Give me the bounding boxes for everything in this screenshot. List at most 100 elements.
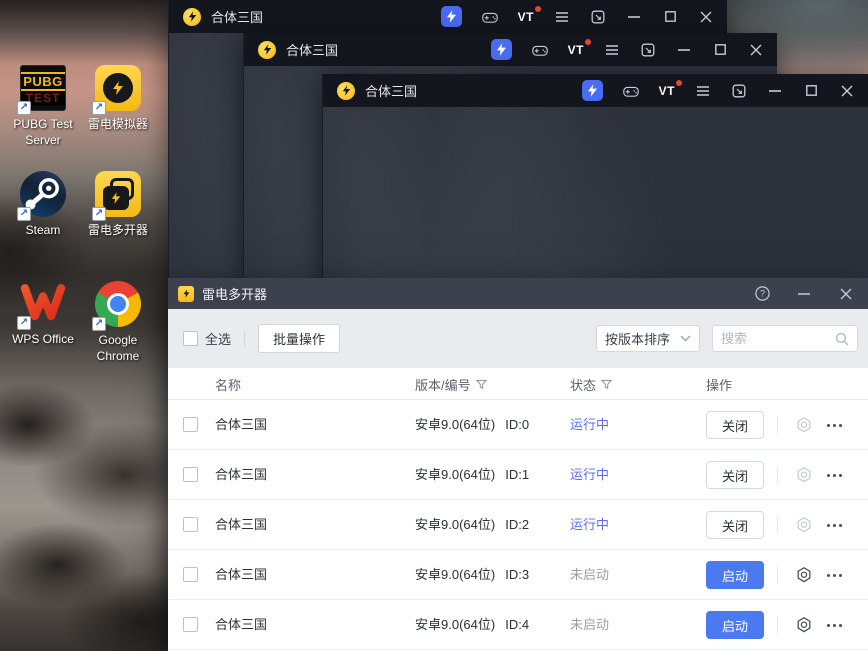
- boost-icon[interactable]: [581, 80, 603, 101]
- instance-action-button[interactable]: 关闭: [706, 411, 764, 439]
- search-icon: [835, 332, 849, 345]
- vt-icon[interactable]: VT: [568, 38, 591, 58]
- filter-icon[interactable]: [475, 379, 487, 390]
- shrink-window-icon[interactable]: [731, 83, 747, 99]
- desktop-icon-label: Google Chrome: [96, 333, 140, 363]
- instance-settings-icon[interactable]: [795, 516, 813, 534]
- row-checkbox[interactable]: [183, 567, 198, 582]
- maximize-button[interactable]: [662, 9, 678, 25]
- pubg-icon: PUBG TEST ↗: [17, 65, 67, 115]
- instance-more-button[interactable]: [827, 621, 847, 629]
- screen: PUBG TEST ↗ PUBG Test Server ↗ 雷电模拟器 ↗ S…: [0, 0, 868, 651]
- menu-icon[interactable]: [604, 42, 620, 58]
- maximize-button[interactable]: [803, 83, 819, 99]
- emulator-titlebar[interactable]: 合体三国 VT: [244, 33, 777, 66]
- instance-action-button[interactable]: 启动: [706, 611, 764, 639]
- manager-window-title: 雷电多开器: [202, 287, 268, 302]
- close-button[interactable]: [839, 83, 855, 99]
- shortcut-arrow-icon: ↗: [92, 317, 106, 331]
- instance-action-button[interactable]: 关闭: [706, 461, 764, 489]
- emulator-titlebar[interactable]: 合体三国 VT: [323, 74, 868, 107]
- select-all-label: 全选: [205, 332, 232, 347]
- gamepad-icon[interactable]: [622, 83, 639, 99]
- table-row: 合体三国 安卓9.0(64位) ID:4 未启动 启动: [168, 600, 868, 650]
- menu-icon[interactable]: [695, 83, 711, 99]
- gamepad-icon[interactable]: [531, 42, 548, 58]
- filter-icon[interactable]: [601, 379, 613, 390]
- emulator-titlebar[interactable]: 合体三国 VT: [169, 0, 727, 33]
- table-row: 合体三国 安卓9.0(64位) ID:1 运行中 关闭: [168, 450, 868, 500]
- instance-settings-icon[interactable]: [795, 416, 813, 434]
- gamepad-icon[interactable]: [481, 9, 498, 25]
- notification-dot: [585, 38, 591, 45]
- shortcut-arrow-icon: ↗: [17, 101, 31, 115]
- chevron-down-icon: [680, 335, 691, 342]
- ld-multi-app-icon: [178, 285, 194, 302]
- svg-text:?: ?: [759, 289, 764, 299]
- window-title: 合体三国: [286, 43, 339, 58]
- instance-settings-icon[interactable]: [795, 616, 813, 634]
- desktop-icon-wps[interactable]: ↗ WPS Office: [5, 280, 81, 348]
- instance-settings-icon[interactable]: [795, 566, 813, 584]
- instance-more-button[interactable]: [827, 571, 847, 579]
- close-button[interactable]: [838, 286, 854, 302]
- instance-more-button[interactable]: [827, 521, 847, 529]
- manager-titlebar[interactable]: 雷电多开器 ?: [168, 278, 868, 309]
- row-checkbox[interactable]: [183, 617, 198, 632]
- minimize-button[interactable]: [767, 83, 783, 99]
- boost-icon[interactable]: [440, 6, 462, 27]
- ldplayer-icon: ↗: [92, 65, 142, 115]
- instance-settings-icon[interactable]: [795, 466, 813, 484]
- row-checkbox[interactable]: [183, 517, 198, 532]
- multi-instance-manager-window: 雷电多开器 ? 全选 批量操作 按版本排序 搜索 名称 版本/编号 状态 操作 …: [168, 278, 868, 651]
- instance-status: 运行中: [570, 417, 610, 432]
- instance-action-button[interactable]: 关闭: [706, 511, 764, 539]
- instance-more-button[interactable]: [827, 471, 847, 479]
- close-button[interactable]: [698, 9, 714, 25]
- desktop-icon-pubg[interactable]: PUBG TEST ↗ PUBG Test Server: [5, 64, 81, 148]
- instance-more-button[interactable]: [827, 421, 847, 429]
- row-checkbox[interactable]: [183, 467, 198, 482]
- close-button[interactable]: [748, 42, 764, 58]
- table-row: 合体三国 安卓9.0(64位) ID:0 运行中 关闭: [168, 400, 868, 450]
- table-row: 合体三国 安卓9.0(64位) ID:3 未启动 启动: [168, 550, 868, 600]
- help-icon[interactable]: ?: [754, 286, 770, 302]
- instance-name: 合体三国: [215, 617, 268, 632]
- shrink-window-icon[interactable]: [640, 42, 656, 58]
- minimize-button[interactable]: [796, 286, 812, 302]
- desktop-icon-label: 雷电模拟器: [87, 117, 148, 131]
- desktop-icon-label: WPS Office: [12, 332, 74, 346]
- maximize-button[interactable]: [712, 42, 728, 58]
- table-row: 合体三国 安卓9.0(64位) ID:2 运行中 关闭: [168, 500, 868, 550]
- desktop-icon-steam[interactable]: ↗ Steam: [5, 170, 81, 239]
- desktop-icon-chrome[interactable]: ↗ Google Chrome: [80, 280, 156, 364]
- instance-name: 合体三国: [215, 467, 268, 482]
- header-version: 版本/编号: [415, 368, 487, 400]
- ldplayer-logo-icon: [258, 40, 276, 59]
- desktop-icon-ldplayer[interactable]: ↗ 雷电模拟器: [80, 64, 156, 133]
- instance-action-button[interactable]: 启动: [706, 561, 764, 589]
- menu-icon[interactable]: [554, 9, 570, 25]
- shrink-window-icon[interactable]: [590, 9, 606, 25]
- vt-icon[interactable]: VT: [659, 79, 682, 99]
- manager-toolbar: 全选 批量操作 按版本排序: [168, 309, 868, 368]
- sort-dropdown[interactable]: 按版本排序: [596, 325, 700, 352]
- minimize-button[interactable]: [676, 42, 692, 58]
- vt-icon[interactable]: VT: [518, 5, 541, 25]
- lightning-icon: [113, 81, 123, 95]
- window-title: 合体三国: [211, 10, 264, 25]
- lightning-icon: [111, 192, 121, 204]
- row-checkbox[interactable]: [183, 417, 198, 432]
- instance-status: 运行中: [570, 517, 610, 532]
- search-input[interactable]: [721, 331, 835, 346]
- boost-icon[interactable]: [490, 39, 512, 60]
- chrome-icon: ↗: [92, 281, 142, 331]
- batch-operation-button[interactable]: 批量操作: [258, 324, 341, 353]
- shortcut-arrow-icon: ↗: [92, 101, 106, 115]
- minimize-button[interactable]: [626, 9, 642, 25]
- row-divider: [777, 517, 778, 533]
- select-all-checkbox[interactable]: [183, 331, 198, 346]
- desktop-icon-ldmulti[interactable]: ↗ 雷电多开器: [80, 170, 156, 239]
- row-divider: [777, 467, 778, 483]
- search-box[interactable]: [712, 325, 858, 352]
